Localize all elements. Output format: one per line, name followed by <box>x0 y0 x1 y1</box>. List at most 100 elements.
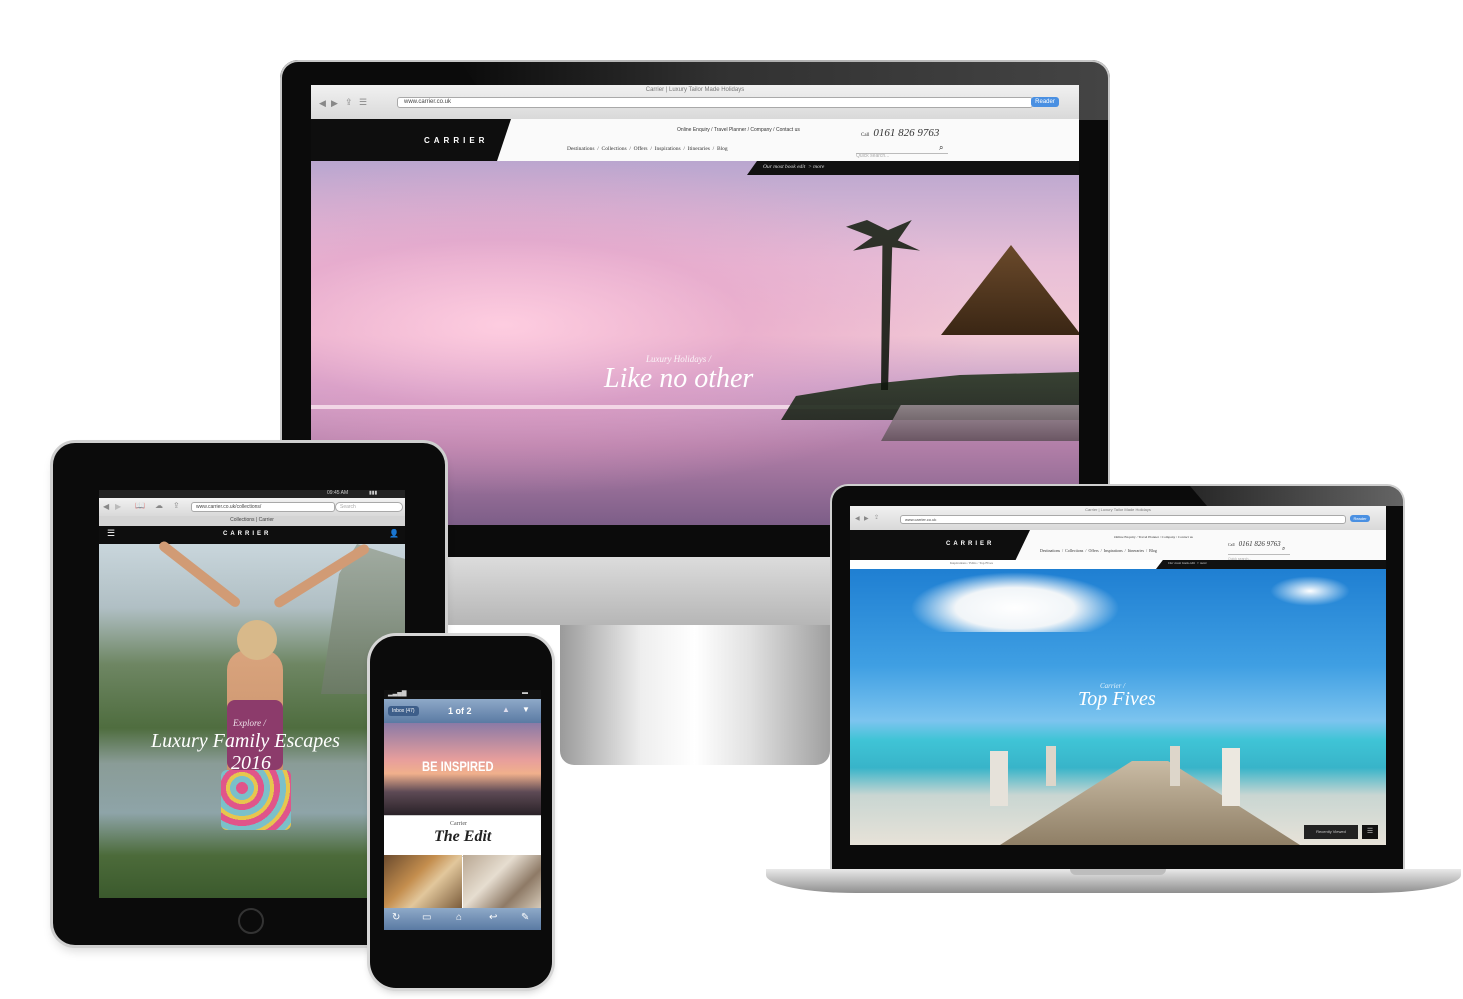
laptop-nav-offers[interactable]: Offers <box>1088 548 1098 553</box>
phone-compose-icon[interactable]: ✎ <box>521 912 529 923</box>
laptop-lid-gloss <box>1190 486 1403 506</box>
tablet-hero-child-shorts <box>221 770 291 830</box>
tablet-home-button[interactable] <box>238 908 264 934</box>
laptop-promo-link[interactable]: > more <box>1197 561 1207 565</box>
laptop-browser-toolbar: Carrier | Luxury Tailor Made Holidays ◀ … <box>850 506 1386 531</box>
phone-trash-icon[interactable]: ⌂ <box>456 912 462 923</box>
laptop-breadcrumb[interactable]: Inspirations / Edits / Top Fives <box>950 561 993 565</box>
desktop-forward-icon[interactable]: ▶ <box>331 98 338 109</box>
desktop-promo-text: Our most book edit <box>763 164 806 170</box>
desktop-search-placeholder: Quick search... <box>856 153 890 159</box>
desktop-monitor-chin <box>442 557 836 625</box>
phone-thumb-people[interactable] <box>463 855 541 908</box>
desktop-link-company[interactable]: Company <box>750 127 771 133</box>
desktop-phone-prefix: Call <box>861 133 870 138</box>
tablet-search-field[interactable]: Search <box>335 502 403 512</box>
tablet-status-bar: 09:45 AM ▮▮▮ <box>99 490 405 498</box>
laptop-back-icon[interactable]: ◀ <box>855 515 860 522</box>
desktop-link-contact[interactable]: Contact us <box>776 127 800 133</box>
laptop-link-company[interactable]: Company <box>1162 535 1176 539</box>
desktop-nav-inspirations[interactable]: Inspirations <box>655 146 681 152</box>
phone-up-icon[interactable]: ▲ <box>502 705 510 714</box>
laptop-hero-cloud-2 <box>1270 576 1350 606</box>
desktop-link-travel-planner[interactable]: Travel Planner <box>714 127 746 133</box>
desktop-phone-number: 0161 826 9763 <box>873 127 940 139</box>
tablet-account-icon[interactable]: 👤 <box>389 529 399 538</box>
desktop-promo-link[interactable]: > more <box>808 164 824 170</box>
tablet-back-icon[interactable]: ◀ <box>103 502 109 511</box>
phone-reply-icon[interactable]: ↩ <box>489 912 497 923</box>
desktop-hero-title: Like no other <box>604 363 754 394</box>
tablet-tab-strip: Collections | Carrier <box>99 516 405 526</box>
desktop-reader-button[interactable]: Reader <box>1031 97 1059 107</box>
tablet-page-title[interactable]: Collections | Carrier <box>99 517 405 523</box>
desktop-nav-itineraries[interactable]: Itineraries <box>688 146 710 152</box>
tablet-cloud-icon[interactable]: ☁ <box>155 501 163 510</box>
laptop-nav-collections[interactable]: Collections <box>1065 548 1083 553</box>
desktop-back-icon[interactable]: ◀ <box>319 98 326 109</box>
desktop-link-online-enquiry[interactable]: Online Enquiry <box>677 127 710 133</box>
phone-back-button[interactable]: Inbox (47) <box>388 706 419 716</box>
tablet-battery-icon: ▮▮▮ <box>369 490 378 496</box>
phone-down-icon[interactable]: ▼ <box>522 705 530 714</box>
laptop-hero-post-2 <box>1222 748 1240 806</box>
desktop-nav-blog[interactable]: Blog <box>717 146 728 152</box>
phone-signal-icon: ▂▃▅▇ <box>388 691 407 697</box>
desktop-bookmarks-icon[interactable]: ☰ <box>359 97 367 108</box>
laptop-nav-inspirations[interactable]: Inspirations <box>1104 548 1123 553</box>
laptop-link-travel-planner[interactable]: Travel Planner <box>1138 535 1159 539</box>
phone-edit-title: The Edit <box>434 828 492 845</box>
phone-edit-kicker: Carrier <box>450 821 467 827</box>
tablet-forward-icon[interactable]: ▶ <box>115 502 121 511</box>
phone-thumb-food[interactable] <box>384 855 462 908</box>
laptop-logo[interactable]: CARRIER <box>946 541 994 547</box>
phone-folder-icon[interactable]: ▭ <box>422 912 431 923</box>
desktop-share-icon[interactable]: ⇪ <box>345 97 353 108</box>
desktop-nav-destinations[interactable]: Destinations <box>567 146 595 152</box>
phone-refresh-icon[interactable]: ↻ <box>392 912 400 923</box>
laptop-reader-button[interactable]: Reader <box>1350 515 1370 522</box>
laptop-top-links: Online Enquiry / Travel Planner / Compan… <box>1114 535 1193 539</box>
phone-pager: 1 of 2 <box>448 706 472 716</box>
desktop-promo[interactable]: Our most book edit > more <box>763 164 824 170</box>
laptop-browser-title: Carrier | Luxury Tailor Made Holidays <box>1085 507 1151 512</box>
desktop-nav-offers[interactable]: Offers <box>634 146 648 152</box>
desktop-main-nav: Destinations / Collections / Offers / In… <box>567 146 728 152</box>
laptop-hero-post-4 <box>1170 746 1180 786</box>
laptop-hero-post-3 <box>1046 746 1056 786</box>
laptop-address-bar[interactable]: www.carrier.co.uk <box>900 515 1346 524</box>
tablet-hero-title-line1: Luxury Family Escapes <box>151 730 340 752</box>
laptop-forward-icon[interactable]: ▶ <box>864 515 869 522</box>
desktop-nav-collections[interactable]: Collections <box>602 146 627 152</box>
laptop-promo[interactable]: Our most book edit > more <box>1168 561 1207 565</box>
tablet-hero-title-line2: 2016 <box>231 752 271 774</box>
tablet-bookmarks-icon[interactable]: 📖 <box>135 501 145 510</box>
laptop-logo-block <box>850 530 1030 560</box>
desktop-phone[interactable]: Call 0161 826 9763 <box>861 123 939 141</box>
laptop-link-contact[interactable]: Contact us <box>1178 535 1193 539</box>
laptop-search-icon[interactable]: ⌕ <box>1282 546 1285 553</box>
laptop-screen: Carrier | Luxury Tailor Made Holidays ◀ … <box>850 506 1386 845</box>
phone-status-bar: ▂▃▅▇ ▬ <box>384 690 541 699</box>
laptop-hero-cloud-1 <box>910 572 1120 632</box>
tablet-address-bar[interactable]: www.carrier.co.uk/collections/ <box>191 502 335 512</box>
desktop-search-icon[interactable]: ⌕ <box>939 143 943 153</box>
laptop-nav-blog[interactable]: Blog <box>1149 548 1157 553</box>
desktop-address-bar[interactable]: www.carrier.co.uk <box>397 97 1033 108</box>
laptop-share-icon[interactable]: ⇪ <box>874 514 879 521</box>
desktop-search-input[interactable]: Quick search... <box>856 144 948 159</box>
phone-banner-title: BE INSPIRED <box>422 758 494 774</box>
tablet-logo[interactable]: CARRIER <box>223 531 271 537</box>
tablet-menu-icon[interactable]: ☰ <box>107 528 115 539</box>
desktop-logo[interactable]: CARRIER <box>424 136 488 145</box>
laptop-nav-itineraries[interactable]: Itineraries <box>1128 548 1144 553</box>
tablet-hero-child-hair <box>237 620 277 660</box>
laptop-recently-viewed-button[interactable]: Recently Viewed <box>1304 825 1358 839</box>
laptop-nav-destinations[interactable]: Destinations <box>1040 548 1060 553</box>
tablet-share-icon[interactable]: ⇪ <box>173 501 180 510</box>
laptop-menu-icon[interactable]: ☰ <box>1362 825 1378 839</box>
laptop-link-online-enquiry[interactable]: Online Enquiry <box>1114 535 1136 539</box>
phone-battery-icon: ▬ <box>522 690 528 696</box>
laptop-search-input[interactable]: Quick search... <box>1228 547 1290 561</box>
desktop-browser-toolbar: Carrier | Luxury Tailor Made Holidays ◀ … <box>311 85 1079 120</box>
